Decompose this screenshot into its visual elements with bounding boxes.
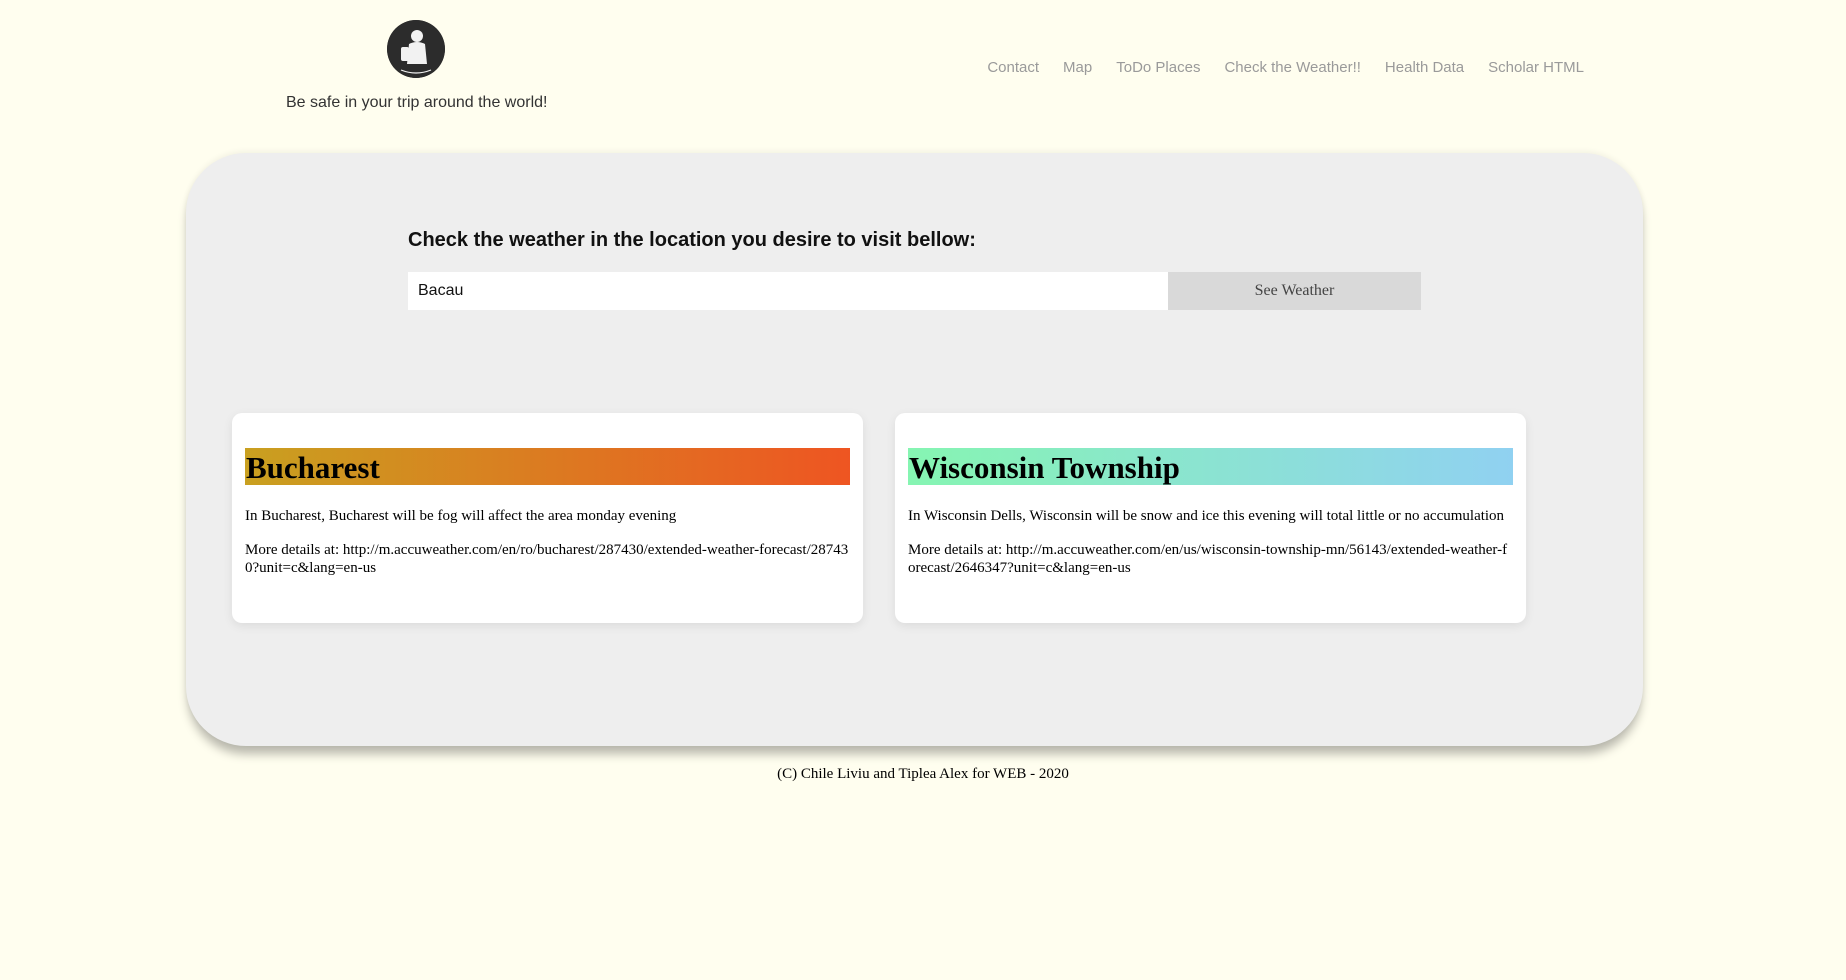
nav-check-weather[interactable]: Check the Weather!! <box>1224 59 1360 76</box>
traveler-silhouette-icon <box>387 20 445 78</box>
main-nav: Contact Map ToDo Places Check the Weathe… <box>987 59 1584 76</box>
card-city-title: Wisconsin Township <box>908 448 1513 485</box>
nav-todo-places[interactable]: ToDo Places <box>1116 59 1200 76</box>
card-summary: In Wisconsin Dells, Wisconsin will be sn… <box>908 508 1505 524</box>
nav-map[interactable]: Map <box>1063 59 1092 76</box>
site-logo <box>387 20 445 78</box>
location-input[interactable] <box>408 272 1168 310</box>
see-weather-button[interactable]: See Weather <box>1168 272 1421 310</box>
footer-copyright: (C) Chile Liviu and Tiplea Alex for WEB … <box>777 766 1069 782</box>
nav-contact[interactable]: Contact <box>987 59 1039 76</box>
weather-card-wisconsin: Wisconsin Township In Wisconsin Dells, W… <box>895 413 1526 623</box>
weather-panel: Check the weather in the location you de… <box>186 153 1643 746</box>
weather-card-bucharest: Bucharest In Bucharest, Bucharest will b… <box>232 413 863 623</box>
search-heading: Check the weather in the location you de… <box>408 229 976 251</box>
card-details-link: More details at: http://m.accuweather.co… <box>245 542 849 576</box>
card-summary: In Bucharest, Bucharest will be fog will… <box>245 508 677 524</box>
card-city-title: Bucharest <box>245 448 850 485</box>
card-details-link: More details at: http://m.accuweather.co… <box>908 542 1508 576</box>
nav-scholar-html[interactable]: Scholar HTML <box>1488 59 1584 76</box>
nav-health-data[interactable]: Health Data <box>1385 59 1464 76</box>
tagline: Be safe in your trip around the world! <box>286 94 548 111</box>
